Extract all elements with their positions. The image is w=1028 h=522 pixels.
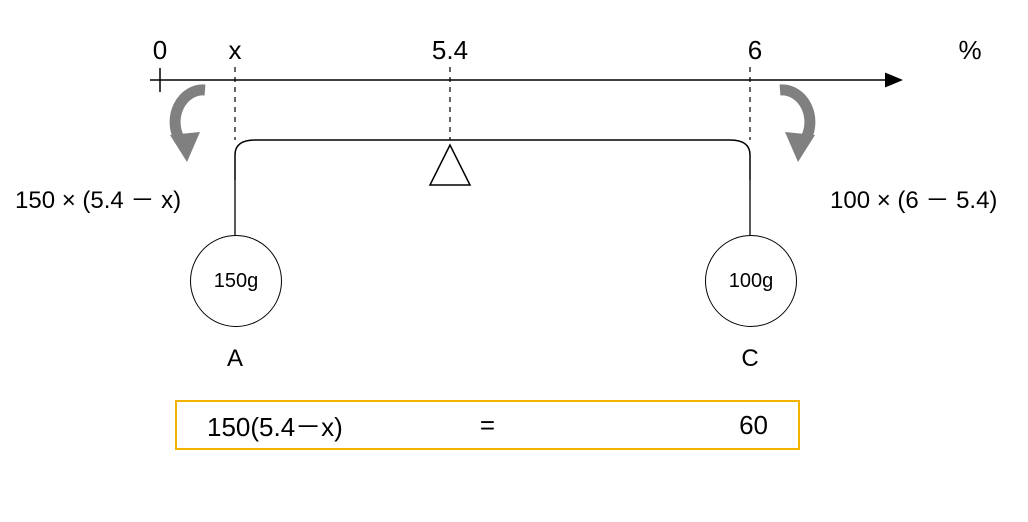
equation-right: 60 [739, 410, 768, 441]
weight-mass-a: 150g [214, 270, 259, 293]
point-label-c: C [740, 345, 760, 373]
point-label-a: A [225, 345, 245, 373]
axis-x-label: x [220, 35, 250, 66]
weight-circle-c: 100g [705, 235, 797, 327]
balance-bar [235, 140, 750, 180]
moment-formula-left: 150 × (5.4 － x) [15, 180, 181, 215]
fulcrum-triangle [430, 145, 470, 185]
moment-formula-right: 100 × (6 － 5.4) [830, 180, 997, 215]
moment-arrow-right [780, 90, 815, 162]
axis-zero-label: 0 [145, 35, 175, 66]
axis-unit-label: % [950, 35, 990, 66]
weight-circle-a: 150g [190, 235, 282, 327]
axis-mid-label: 5.4 [425, 35, 475, 66]
equation-left: 150(5.4－x) [207, 407, 343, 444]
equation-equals: = [480, 410, 495, 441]
moment-arrow-left [170, 90, 205, 162]
axis-right-label: 6 [740, 35, 770, 66]
weight-mass-c: 100g [729, 270, 774, 293]
equation-box: 150(5.4－x) = 60 [175, 400, 800, 450]
